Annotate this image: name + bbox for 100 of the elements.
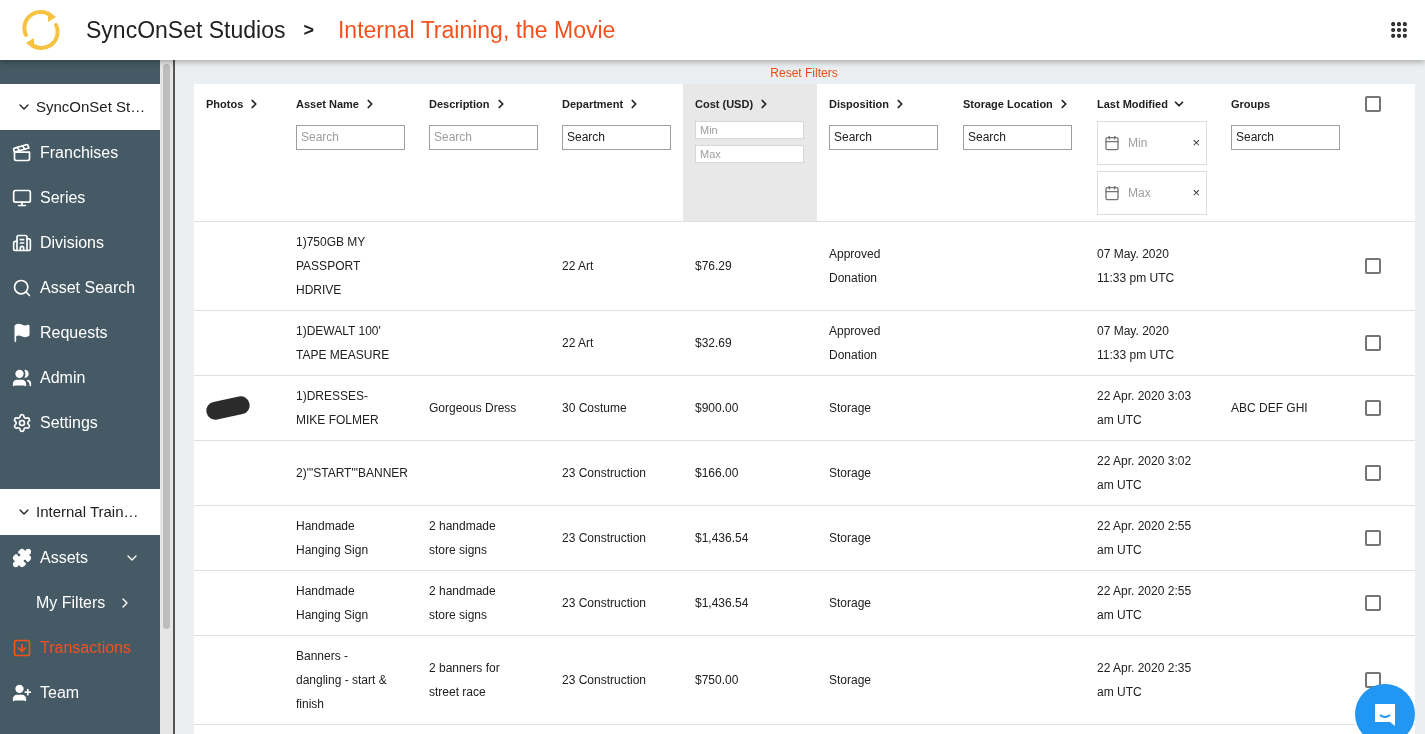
column-title: Cost (USD)	[695, 97, 754, 112]
search-field[interactable]: Search	[1231, 124, 1340, 150]
sidebar-item[interactable]: My Filters	[0, 580, 160, 625]
monitor-icon	[12, 187, 32, 208]
table-cell-text: Approved Donation	[829, 324, 882, 362]
table-cell-text: 22 Apr. 2020 3:03 am UTC	[1097, 389, 1193, 427]
table-cell-text: 2 handmade store signs	[429, 584, 497, 622]
column-header[interactable]: Asset Name Search	[284, 84, 417, 221]
table-cell-text: 22 Apr. 2020 2:55 am UTC	[1097, 584, 1193, 622]
sidebar-item[interactable]: Requests	[0, 310, 160, 355]
table-cell: Storage	[829, 466, 872, 480]
table-cell: 23 Construction	[562, 673, 647, 687]
date-field[interactable]: Min ×	[1097, 120, 1207, 165]
sidebar-item[interactable]: Settings	[0, 400, 160, 445]
sidebar-item[interactable]: Team	[0, 670, 160, 715]
table-cell: $900.00	[695, 401, 739, 415]
flag-icon	[12, 322, 32, 343]
date-field[interactable]: Max ×	[1097, 170, 1207, 215]
table-cell: 30 Costume	[562, 401, 627, 415]
column-title: Photos	[206, 97, 244, 112]
org-title[interactable]: SyncOnSet Studios	[86, 12, 286, 48]
checkbox[interactable]	[1365, 96, 1381, 112]
clear-icon[interactable]: ×	[1192, 182, 1200, 203]
table-cell: 22 Art	[562, 259, 594, 273]
table-cell: 23 Construction	[562, 596, 647, 610]
table-cell: Gorgeous Dress	[429, 401, 517, 415]
sidebar-item[interactable]: Series	[0, 175, 160, 220]
table-cell-text: Banners - dangling - start & finish	[296, 649, 388, 711]
table-cell: 22 Art	[562, 336, 594, 350]
sidebar-item[interactable]: Divisions	[0, 220, 160, 265]
chat-icon	[1372, 701, 1398, 727]
column-header[interactable]: Groups Search	[1219, 84, 1353, 221]
apps-icon[interactable]	[1389, 20, 1409, 40]
section-header[interactable]: SyncOnSet St…	[0, 84, 160, 130]
min-field[interactable]: Min	[695, 120, 804, 139]
sidebar-item[interactable]: Asset Search	[0, 265, 160, 310]
people-icon	[12, 367, 32, 388]
section-header[interactable]: Internal Train…	[0, 489, 160, 535]
column-title: Last Modified	[1097, 97, 1168, 112]
search-field[interactable]: Search	[829, 124, 938, 150]
column-title: Department	[562, 97, 624, 112]
column-title: Disposition	[829, 97, 889, 112]
table-cell: Handmade Hanging Sign	[296, 519, 369, 557]
checkbox[interactable]	[1365, 595, 1381, 611]
checkbox[interactable]	[1365, 400, 1381, 416]
table-cell: 07 May. 2020 11:33 pm UTC	[1097, 324, 1175, 362]
table-cell: $32.69	[695, 336, 732, 350]
column-header[interactable]: Last Modified Min × Max ×	[1085, 84, 1219, 221]
puzzle-icon	[12, 547, 32, 568]
table-cell: 2)"'START"'BANNER	[296, 466, 408, 480]
column-title: Asset Name	[296, 97, 359, 112]
column-header[interactable]: Department Search	[550, 84, 683, 221]
search-field[interactable]: Search	[562, 124, 671, 150]
column-header[interactable]: Disposition Search	[817, 84, 951, 221]
table-cell-text: 2 banners for street race	[429, 661, 501, 699]
table-cell-text: 1)750GB MY PASSPORT HDRIVE	[296, 235, 367, 297]
column-header[interactable]: Description Search	[417, 84, 550, 221]
column-header[interactable]: Storage Location Search	[951, 84, 1085, 221]
column-header[interactable]: Cost (USD) Min Max	[683, 84, 817, 221]
table-cell: 07 May. 2020 11:33 pm UTC	[1097, 247, 1175, 285]
date-placeholder: Max	[1128, 184, 1152, 202]
section-label: SyncOnSet St…	[36, 96, 146, 117]
table-cell: $76.29	[695, 259, 732, 273]
search-field[interactable]: Search	[963, 124, 1072, 150]
table-cell: 23 Construction	[562, 531, 647, 545]
checkbox[interactable]	[1365, 258, 1381, 274]
add-person-icon	[12, 682, 32, 703]
sidebar-item[interactable]: Assets	[0, 535, 160, 580]
calendar-icon	[1104, 134, 1120, 151]
checkbox[interactable]	[1365, 672, 1381, 688]
checkbox[interactable]	[1365, 530, 1381, 546]
table-cell: 1)DRESSES-MIKE FOLMER	[296, 389, 379, 427]
checkbox[interactable]	[1365, 465, 1381, 481]
max-field[interactable]: Max	[695, 144, 804, 163]
table-cell: $750.00	[695, 673, 739, 687]
date-placeholder: Min	[1128, 134, 1149, 152]
download-box-icon	[12, 637, 32, 658]
table-cell: 23 Construction	[562, 466, 647, 480]
section-label: Internal Train…	[36, 501, 139, 522]
scrollbar-thumb[interactable]	[163, 64, 170, 629]
column-title: Groups	[1231, 97, 1271, 112]
settings-icon	[12, 412, 32, 433]
table-cell: $1,436.54	[695, 531, 749, 545]
checkbox[interactable]	[1365, 335, 1381, 351]
table-cell: Storage	[829, 531, 872, 545]
table-cell: $166.00	[695, 466, 739, 480]
column-header[interactable]: Photos	[194, 84, 284, 221]
clear-icon[interactable]: ×	[1192, 132, 1200, 153]
breadcrumb-separator: >	[303, 18, 314, 42]
building-icon	[12, 232, 32, 253]
table-cell-text: Approved Donation	[829, 247, 882, 285]
calendar-icon	[1104, 184, 1120, 201]
table-cell: Storage	[829, 673, 872, 687]
table-cell: ABC DEF GHI	[1231, 401, 1308, 415]
table-cell-text: 22 Apr. 2020 2:35 am UTC	[1097, 661, 1193, 699]
sidebar-item[interactable]: Admin	[0, 355, 160, 400]
sidebar-item[interactable]: Franchises	[0, 130, 160, 175]
search-field[interactable]: Search	[429, 124, 538, 150]
scrollbar[interactable]	[160, 60, 175, 734]
search-field[interactable]: Search	[296, 124, 405, 150]
